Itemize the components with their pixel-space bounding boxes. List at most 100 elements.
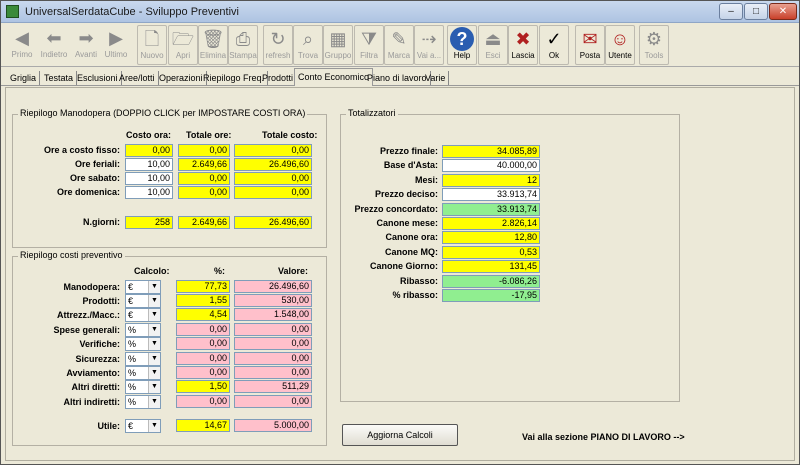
calcolo-altri-indiretti-select[interactable]: % ▼ [125,395,161,409]
tab-riepilogo-freq[interactable]: Riepilogo Freq. [200,71,269,85]
minimize-button[interactable]: – [719,3,743,20]
totalizzatore-label: Canone ora: [385,232,438,242]
calcolo-altri-diretti-select[interactable]: % ▼ [125,380,161,394]
tab-operazioni[interactable]: Operazioni [156,71,207,85]
forward-button[interactable]: ➡ Avanti [71,25,101,65]
back-button[interactable]: ⬅ Indietro [39,25,69,65]
calcolo-prodotti-select[interactable]: € ▼ [125,294,161,308]
costo-ora-sabato[interactable]: 10,00 [125,172,173,185]
calcolo-avviamento-select[interactable]: % ▼ [125,366,161,380]
tab-conto-economico[interactable]: Conto Economico [294,68,374,86]
pct-avviamento[interactable]: 0,00 [176,366,230,379]
totalizzatori-legend: Totalizzatori [346,108,398,118]
last-button[interactable]: ▶ Ultimo [101,25,131,65]
pct-verifiche[interactable]: 0,00 [176,337,230,350]
costo-ora-domenica[interactable]: 10,00 [125,186,173,199]
aggiorna-calcoli-button[interactable]: Aggiorna Calcoli [342,424,458,446]
totalizzatore-label: Prezzo concordato: [354,204,438,214]
costo-ora-fisso[interactable]: 0,00 [125,144,173,157]
totalizzatore-value: 34.085,89 [442,145,540,158]
pct-prodotti: 1,55 [176,294,230,307]
costo-totale-fisso: 0,00 [234,144,312,157]
refresh-icon: ↻ [270,29,286,49]
ore-domenica: 0,00 [178,186,230,199]
label-verifiche: Verifiche: [79,339,120,349]
calcolo-sicurezza-select[interactable]: % ▼ [125,352,161,366]
title-bar: UniversalSerdataCube - Sviluppo Preventi… [1,1,799,23]
first-button[interactable]: ◀ Primo [7,25,37,65]
tab-griglia[interactable]: Griglia [7,71,41,85]
giorni-totale-costo: 26.496,60 [234,216,312,229]
costo-totale-domenica: 0,00 [234,186,312,199]
ore-fisso: 0,00 [178,144,230,157]
pct-manodopera: 77,73 [176,280,230,293]
maximize-button[interactable]: □ [744,3,768,20]
new-document-icon: 🗋 [144,29,160,49]
filter-icon: ⧩ [360,29,378,49]
delete-icon: 🗑 [201,29,225,49]
label-avviamento: Avviamento: [66,368,120,378]
label-utile: Utile: [97,421,121,431]
pct-altri-diretti[interactable]: 1,50 [176,380,230,393]
tools-icon: ⚙ [645,29,663,49]
costo-ora-feriali[interactable]: 10,00 [125,158,173,171]
totalizzatore-value: 12 [442,174,540,187]
last-icon: ▶ [109,28,123,48]
chevron-down-icon: ▼ [148,338,160,350]
tab-aree-lotti[interactable]: Aree/lotti [116,71,159,85]
app-icon [6,5,19,18]
goto-button[interactable]: ⇢ Vai a... [414,25,444,65]
tools-button[interactable]: ⚙ Tools [639,25,669,65]
valore-utile[interactable]: 5.000,00 [234,419,312,432]
pct-sicurezza[interactable]: 0,00 [176,352,230,365]
totalizzatore-value[interactable]: 33.913,74 [442,188,540,201]
ore-sabato: 0,00 [178,172,230,185]
tab-testata[interactable]: Testata [41,71,78,85]
label-ore-sabato: Ore sabato: [69,173,120,183]
user-button[interactable]: ☺ Utente [605,25,635,65]
valore-spese-generali: 0,00 [234,323,312,336]
print-icon: ⎙ [235,29,251,49]
group-icon: ▦ [329,29,347,49]
chevron-down-icon: ▼ [148,309,160,321]
window-title: UniversalSerdataCube - Sviluppo Preventi… [25,6,239,18]
col-totale-ore: Totale ore: [186,130,232,140]
label-ore-costo-fisso: Ore a costo fisso: [43,145,120,155]
tab-piano-di-lavoro[interactable]: Piano di lavoro [364,71,431,85]
costi-legend: Riepilogo costi preventivo [18,250,125,260]
calcolo-verifiche-select[interactable]: % ▼ [125,337,161,351]
totalizzatore-label: Mesi: [414,175,438,185]
calcolo-utile-select[interactable]: € ▼ [125,419,161,433]
help-icon: ? [450,27,474,51]
valore-sicurezza: 0,00 [234,352,312,365]
label-manodopera: Manodopera: [63,282,120,292]
chevron-down-icon: ▼ [148,353,160,365]
totalizzatore-value: 12,80 [442,231,540,244]
open-folder-icon: 🗁 [171,29,195,49]
tab-varie[interactable]: Varie [422,71,450,85]
mail-icon: ✉ [582,29,598,49]
tab-esclusioni[interactable]: Esclusioni [74,71,122,85]
app-window: UniversalSerdataCube - Sviluppo Preventi… [0,0,800,465]
mark-icon: ✎ [391,29,407,49]
calcolo-attrezz-select[interactable]: € ▼ [125,308,161,322]
toolbar: ◀ Primo ⬅ Indietro ➡ Avanti ▶ Ultimo 🗋 Nuovo … [1,23,799,67]
totalizzatore-value[interactable]: 40.000,00 [442,159,540,172]
label-spese-generali: Spese generali: [53,325,120,335]
print-button[interactable]: ⎙ Stampa [228,25,258,65]
conto-economico-panel: Riepilogo Manodopera (DOPPIO CLICK per I… [5,87,795,461]
tab-prodotti[interactable]: Prodotti [259,71,298,85]
calcolo-spese-generali-select[interactable]: % ▼ [125,323,161,337]
valore-prodotti: 530,00 [234,294,312,307]
pct-altri-indiretti[interactable]: 0,00 [176,395,230,408]
calcolo-manodopera-select[interactable]: € ▼ [125,280,161,294]
totalizzatore-value: 131,45 [442,260,540,273]
pct-spese-generali[interactable]: 0,00 [176,323,230,336]
ok-button[interactable]: ✓ Ok [539,25,569,65]
ore-feriali: 2.649,66 [178,158,230,171]
close-button[interactable]: ✕ [769,3,797,20]
valore-avviamento: 0,00 [234,366,312,379]
label-ore-domenica: Ore domenica: [56,187,120,197]
totalizzatore-label: Base d'Asta: [383,160,438,170]
vai-piano-lavoro-link[interactable]: Vai alla sezione PIANO DI LAVORO --> [522,432,685,442]
